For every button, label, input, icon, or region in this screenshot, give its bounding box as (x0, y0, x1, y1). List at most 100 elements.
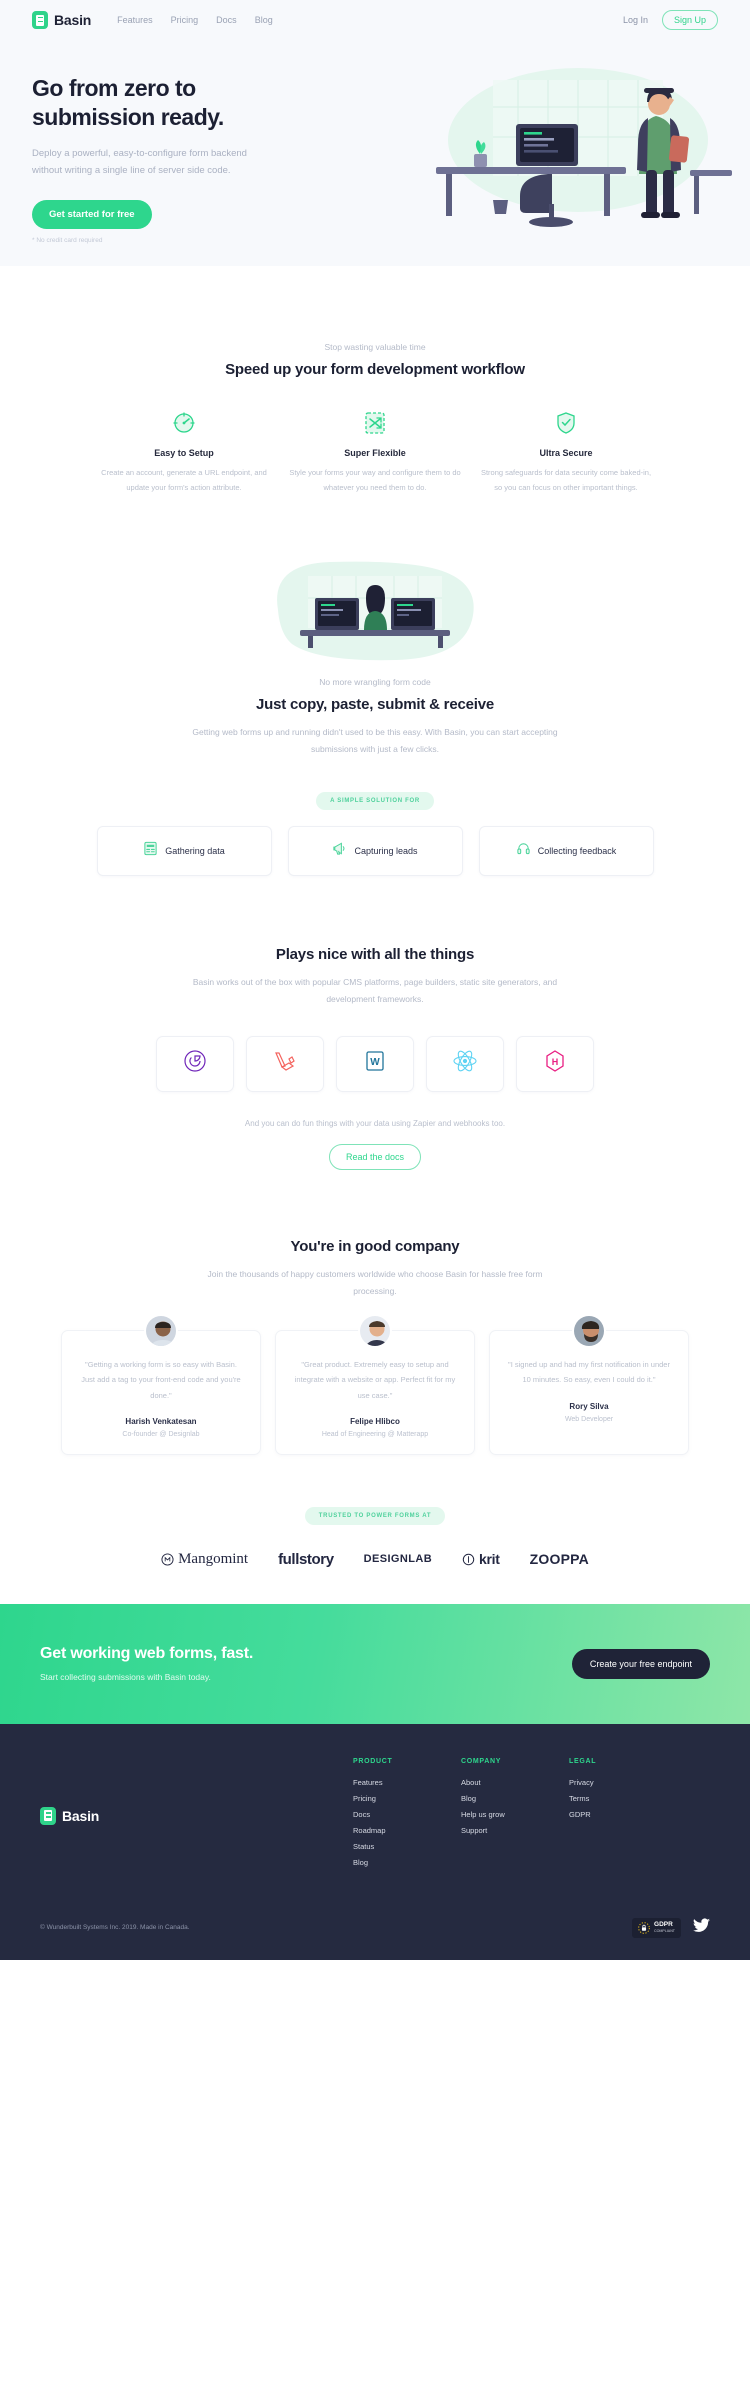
trusted-section: TRUSTED TO POWER FORMS AT Mangomint full… (0, 1455, 750, 1604)
customer-logos: Mangomint fullstory DESIGNLAB krit ZOOPP… (0, 1551, 750, 1568)
footer-link-terms[interactable]: Terms (569, 1794, 625, 1803)
testimonial-card: "I signed up and had my first notificati… (489, 1313, 689, 1455)
footer-link-support[interactable]: Support (461, 1826, 517, 1835)
usecase-label: Gathering data (165, 845, 225, 856)
footer: Basin PRODUCT Features Pricing Docs Road… (0, 1723, 750, 1960)
feature-text: Strong safeguards for data security come… (480, 468, 652, 493)
cta-copy: Get working web forms, fast. Start colle… (40, 1645, 253, 1682)
trusted-badge: TRUSTED TO POWER FORMS AT (304, 1506, 446, 1525)
usecase-card-collecting-feedback[interactable]: Collecting feedback (478, 825, 654, 876)
features-list: Easy to Setup Create an account, generat… (0, 408, 750, 496)
footer-column-heading: PRODUCT (353, 1757, 393, 1765)
testimonial-quote: "Great product. Extremely easy to setup … (294, 1359, 456, 1400)
integration-card-wordpress[interactable]: W (336, 1035, 414, 1092)
footer-link-status[interactable]: Status (353, 1842, 409, 1851)
testimonial-name: Felipe Hlibco (350, 1416, 400, 1426)
footer-link-help-us-grow[interactable]: Help us grow (461, 1810, 517, 1819)
nav-item-blog[interactable]: Blog (255, 15, 273, 25)
hero-title-line1: Go from zero to (32, 75, 196, 101)
avatar (572, 1313, 606, 1348)
footer-link-blog[interactable]: Blog (353, 1858, 409, 1867)
footer-brand-name: Basin (62, 1807, 100, 1824)
feature-title: Ultra Secure (539, 448, 593, 458)
testimonial-role: Web Developer (564, 1415, 614, 1423)
hero-section: Basin Features Pricing Docs Blog Log In … (0, 0, 750, 266)
testimonial-card: "Getting a working form is so easy with … (61, 1313, 261, 1455)
copy-lead: Getting web forms up and running didn't … (192, 726, 558, 754)
footer-link-docs[interactable]: Docs (353, 1810, 409, 1819)
footer-link-pricing[interactable]: Pricing (353, 1794, 409, 1803)
gatsby-logo-icon (182, 1048, 208, 1079)
usecase-card-capturing-leads[interactable]: Capturing leads (287, 825, 463, 876)
footer-bottom: © Wunderbuilt Systems Inc. 2019. Made in… (40, 1874, 710, 1960)
integration-logos: W H (0, 1035, 750, 1092)
footer-link-about[interactable]: About (461, 1778, 517, 1787)
customer-logo-zooppa: ZOOPPA (530, 1551, 589, 1567)
integration-card-laravel[interactable] (246, 1035, 324, 1092)
feature-text: Style your forms your way and configure … (289, 468, 461, 493)
cta-title: Get working web forms, fast. (40, 1645, 254, 1663)
footer-link-roadmap[interactable]: Roadmap (353, 1826, 409, 1835)
login-link[interactable]: Log In (623, 15, 648, 25)
integrations-note: And you can do fun things with your data… (244, 1118, 506, 1128)
hero-illustration (398, 62, 738, 237)
nav-item-docs[interactable]: Docs (216, 15, 237, 25)
footer-column-heading: COMPANY (461, 1757, 502, 1765)
hero-copy: Go from zero to submission ready. Deploy… (32, 60, 332, 244)
usecase-card-gathering-data[interactable]: Gathering data (96, 825, 272, 876)
testimonial-role: Co-founder @ Designlab (122, 1430, 200, 1438)
read-docs-button[interactable]: Read the docs (328, 1143, 422, 1170)
brand-logo[interactable]: Basin (32, 11, 91, 29)
create-endpoint-button[interactable]: Create your free endpoint (571, 1648, 710, 1679)
customer-logo-krit: krit (462, 1551, 500, 1567)
svg-text:W: W (370, 1057, 380, 1068)
testimonials-title: You're in good company (290, 1237, 460, 1255)
footer-link-privacy[interactable]: Privacy (569, 1778, 625, 1787)
features-section: Stop wasting valuable time Speed up your… (0, 266, 750, 496)
customer-logo-fullstory: fullstory (278, 1551, 334, 1568)
customer-logo-designlab: DESIGNLAB (364, 1553, 432, 1565)
wordpress-logo-icon: W (363, 1048, 387, 1079)
gdpr-sublabel: COMPLIANT (654, 1929, 675, 1934)
signup-button[interactable]: Sign Up (661, 10, 718, 30)
feature-card: Easy to Setup Create an account, generat… (97, 408, 272, 496)
testimonial-role: Head of Engineering @ Matterapp (321, 1430, 429, 1438)
nav-item-features[interactable]: Features (117, 15, 153, 25)
footer-columns: PRODUCT Features Pricing Docs Roadmap St… (353, 1758, 710, 1874)
footer-link-gdpr[interactable]: GDPR (569, 1810, 625, 1819)
integrations-section: Plays nice with all the things Basin wor… (0, 876, 750, 1170)
integration-card-react[interactable] (426, 1035, 504, 1092)
usecase-list: Gathering data Capturing leads Collectin… (0, 825, 750, 876)
testimonials-lead: Join the thousands of happy customers wo… (207, 1268, 543, 1296)
copy-paste-section: No more wrangling form code Just copy, p… (0, 496, 750, 876)
simple-solution-badge: A SIMPLE SOLUTION FOR (316, 791, 434, 810)
customer-name: fullstory (278, 1550, 334, 1568)
footer-link-blog-company[interactable]: Blog (461, 1794, 517, 1803)
integration-card-gatsby[interactable] (156, 1035, 234, 1092)
brand-name: Basin (54, 12, 92, 28)
feature-card: Super Flexible Style your forms your way… (288, 408, 463, 496)
footer-link-features[interactable]: Features (353, 1778, 409, 1787)
get-started-button[interactable]: Get started for free (32, 200, 152, 229)
footer-brand-logo[interactable]: Basin (40, 1758, 99, 1874)
no-credit-card-note: * No credit card required (32, 237, 103, 244)
integration-card-hugo[interactable]: H (516, 1035, 594, 1092)
customer-logo-mangomint: Mangomint (161, 1551, 248, 1568)
basin-logo-icon (40, 1806, 56, 1825)
svg-text:H: H (552, 1057, 559, 1067)
twitter-icon[interactable] (693, 1918, 710, 1938)
footer-column-heading: LEGAL (569, 1757, 597, 1765)
landing-page: Basin Features Pricing Docs Blog Log In … (0, 0, 750, 1960)
nav-item-pricing[interactable]: Pricing (171, 15, 199, 25)
customer-name: krit (479, 1551, 500, 1568)
customer-name: DESIGNLAB (363, 1553, 433, 1566)
feature-title: Super Flexible (344, 448, 406, 458)
copy-eyebrow: No more wrangling form code (319, 676, 431, 687)
testimonial-name: Rory Silva (569, 1401, 609, 1411)
integrations-title: Plays nice with all the things (275, 945, 475, 963)
hero-content: Go from zero to submission ready. Deploy… (0, 40, 750, 244)
gdpr-compliant-badge: GDPR COMPLIANT (632, 1917, 681, 1938)
copy-title: Just copy, paste, submit & receive (255, 695, 494, 713)
form-data-icon (143, 841, 158, 861)
hugo-logo-icon: H (543, 1048, 567, 1079)
